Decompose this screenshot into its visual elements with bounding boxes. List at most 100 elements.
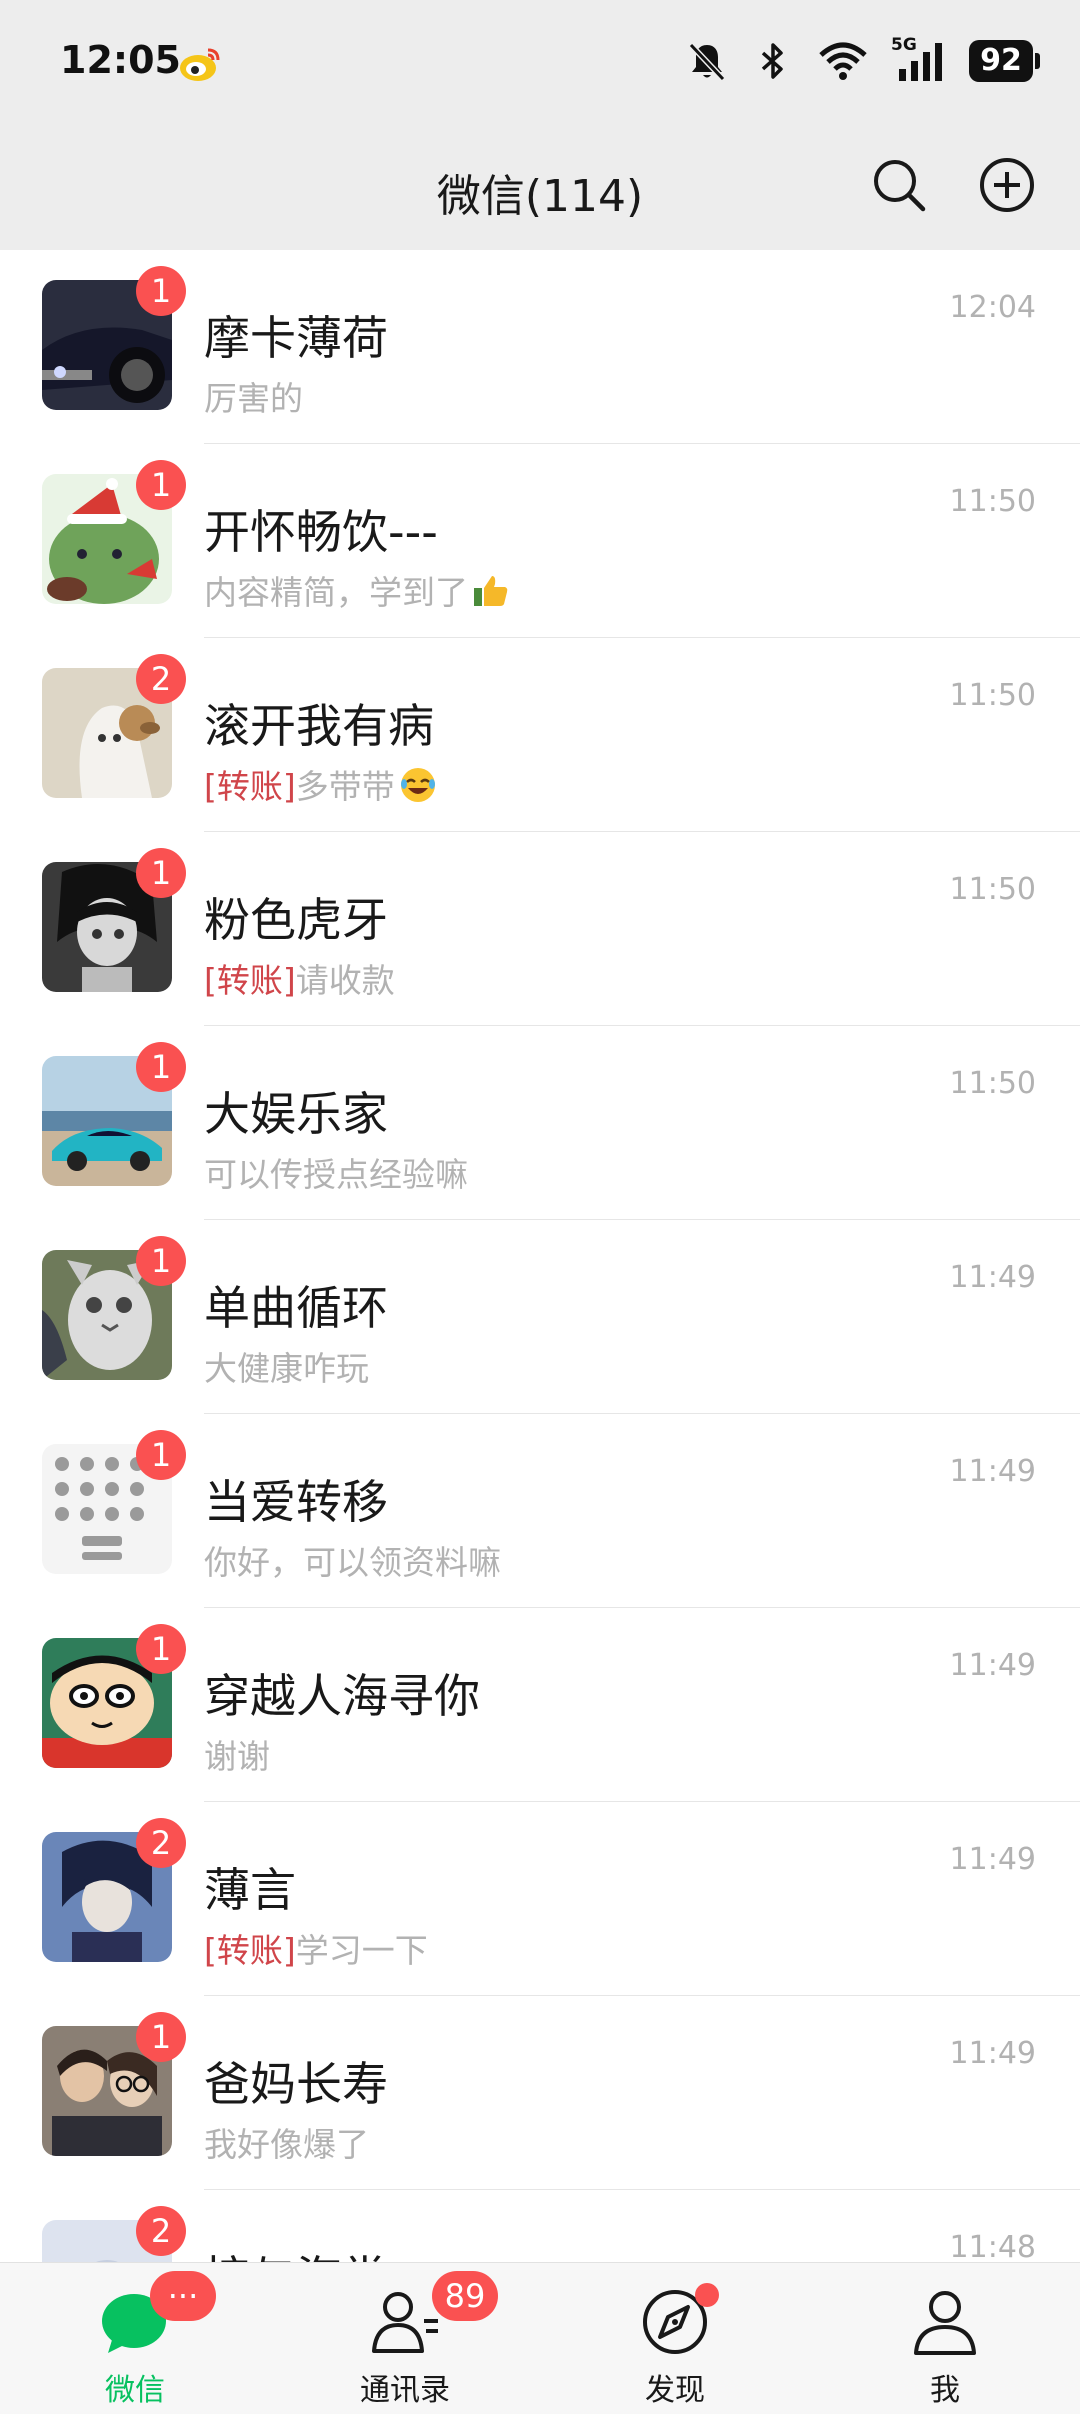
chat-item[interactable]: 1 穿越人海寻你 谢谢 11:49 (0, 1608, 1080, 1802)
avatar-wrap: 1 (42, 1042, 186, 1186)
chat-item[interactable]: 1 单曲循环 大健康咋玩 11:49 (0, 1220, 1080, 1414)
bluetooth-icon (761, 43, 783, 79)
chat-preview-text: 请收款 (295, 961, 395, 1000)
chat-item[interactable]: 1 爸妈长寿 我好像爆了 11:49 (0, 1996, 1080, 2190)
chat-time: 11:49 (949, 1648, 1036, 1683)
chat-time: 11:50 (949, 1066, 1036, 1101)
chat-item[interactable]: 1 当爱转移 你好，可以领资料嘛 11:49 (0, 1414, 1080, 1608)
chat-preview: 你好，可以领资料嘛 (204, 1536, 501, 1584)
search-button[interactable] (864, 150, 934, 220)
unread-badge: 1 (136, 1624, 186, 1674)
tab-badge-contacts: 89 (432, 2271, 498, 2321)
chat-preview-text: 谢谢 (204, 1737, 270, 1776)
tab-label-discover: 发现 (645, 2373, 705, 2408)
avatar-wrap: 1 (42, 2012, 186, 2156)
plus-circle-icon (980, 158, 1034, 212)
chat-name: 开怀畅饮--- (204, 505, 438, 559)
chat-name: 单曲循环 (204, 1281, 388, 1335)
avatar-wrap: 1 (42, 1430, 186, 1574)
battery-icon: 92 (969, 40, 1040, 82)
chat-preview: [转账]请收款 (204, 954, 395, 1002)
header: 微信(114) (0, 120, 1080, 250)
tab-contacts[interactable]: 89 通讯录 (270, 2263, 540, 2414)
person-icon (914, 2291, 976, 2355)
chat-preview: 大健康咋玩 (204, 1342, 369, 1390)
chat-item[interactable]: 1 开怀畅饮--- 内容精简，学到了 11:50 (0, 444, 1080, 638)
chat-time: 11:50 (949, 484, 1036, 519)
transfer-tag: [转账] (204, 767, 296, 806)
chat-item[interactable]: 1 大娱乐家 可以传授点经验嘛 11:50 (0, 1026, 1080, 1220)
chat-preview: [转账]多带带 (204, 760, 437, 808)
tab-discover[interactable]: 发现 (540, 2263, 810, 2414)
unread-badge: 2 (136, 654, 186, 704)
chat-time: 11:49 (949, 1260, 1036, 1295)
chat-preview-text: 可以传授点经验嘛 (204, 1155, 468, 1194)
search-icon (874, 160, 926, 212)
chat-name: 滚开我有病 (204, 699, 434, 753)
tab-me[interactable]: 我 (810, 2263, 1080, 2414)
unread-badge: 1 (136, 2012, 186, 2062)
unread-badge: 1 (136, 460, 186, 510)
avatar-wrap: 2 (42, 2206, 186, 2262)
chat-preview-text: 我好像爆了 (204, 2125, 369, 2164)
chat-preview: 我好像爆了 (204, 2118, 369, 2166)
tab-dot-discover (695, 2283, 719, 2307)
chat-preview-text: 内容精简，学到了 (204, 573, 468, 612)
chat-time: 11:49 (949, 1842, 1036, 1877)
battery-level: 92 (969, 40, 1033, 82)
tab-label-me: 我 (930, 2373, 960, 2408)
chat-preview: 厉害的 (204, 372, 303, 420)
chat-preview-text: 大健康咋玩 (204, 1349, 369, 1388)
chat-name: 当爱转移 (204, 1475, 388, 1529)
chat-name: 薄言 (204, 1863, 296, 1917)
tab-label-chats: 微信 (105, 2373, 165, 2408)
transfer-tag: [转账] (204, 961, 296, 1000)
transfer-tag: [转账] (204, 1931, 296, 1970)
mute-bell-icon (688, 42, 726, 82)
tab-bar: ··· 微信 89 通讯录 发现 我 (0, 2262, 1080, 2414)
weibo-icon (180, 48, 220, 81)
avatar-wrap: 1 (42, 266, 186, 410)
status-icons: 5G 92 (685, 35, 1040, 86)
chat-item[interactable]: 1 粉色虎牙 [转账]请收款 11:50 (0, 832, 1080, 1026)
chat-name: 摩卡薄荷 (204, 311, 388, 365)
contacts-icon (372, 2292, 438, 2353)
chat-name: 穿越人海寻你 (204, 1669, 480, 1723)
chat-time: 11:49 (949, 1454, 1036, 1489)
tab-chats[interactable]: ··· 微信 (0, 2263, 270, 2414)
add-button[interactable] (972, 150, 1042, 220)
chat-time: 11:49 (949, 2036, 1036, 2071)
signal-icon: 5G (891, 35, 947, 83)
chat-item[interactable]: 2 掠与海棠 11:48 (0, 2190, 1080, 2262)
unread-badge: 1 (136, 1430, 186, 1480)
chat-time: 11:50 (949, 678, 1036, 713)
chat-item[interactable]: 2 薄言 [转账]学习一下 11:49 (0, 1802, 1080, 1996)
laugh-emoji-icon (400, 768, 435, 802)
chat-preview: 内容精简，学到了 (204, 566, 510, 614)
avatar-wrap: 1 (42, 460, 186, 604)
avatar-wrap: 1 (42, 1624, 186, 1768)
status-bar: 12:05 5G 92 (0, 0, 1080, 120)
chat-list[interactable]: 1 摩卡薄荷 厉害的 12:04 1 开怀畅饮--- 内容精简，学到了 11:5… (0, 250, 1080, 2262)
chat-preview-text: 厉害的 (204, 379, 303, 418)
unread-badge: 1 (136, 1236, 186, 1286)
chat-preview: 可以传授点经验嘛 (204, 1148, 468, 1196)
chat-name: 爸妈长寿 (204, 2057, 388, 2111)
tab-label-contacts: 通讯录 (360, 2373, 450, 2408)
chat-time: 11:50 (949, 872, 1036, 907)
chat-item[interactable]: 1 摩卡薄荷 厉害的 12:04 (0, 250, 1080, 444)
avatar-wrap: 2 (42, 654, 186, 798)
chat-preview: 谢谢 (204, 1730, 270, 1778)
chat-time: 11:48 (949, 2230, 1036, 2262)
unread-badge: 2 (136, 2206, 186, 2256)
unread-badge: 1 (136, 1042, 186, 1092)
chat-item[interactable]: 2 滚开我有病 [转账]多带带 11:50 (0, 638, 1080, 832)
avatar-wrap: 1 (42, 1236, 186, 1380)
tab-badge-chats: ··· (150, 2271, 216, 2321)
chat-preview-text: 学习一下 (295, 1931, 428, 1970)
chat-preview: [转账]学习一下 (204, 1924, 428, 1972)
unread-badge: 1 (136, 848, 186, 898)
thumbs-up-icon (474, 576, 508, 606)
unread-badge: 2 (136, 1818, 186, 1868)
status-time: 12:05 (60, 38, 181, 82)
